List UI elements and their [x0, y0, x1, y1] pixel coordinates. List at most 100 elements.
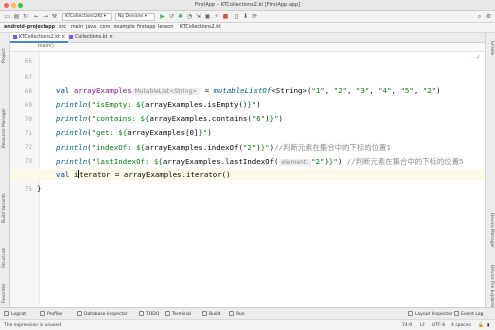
memory-icon[interactable]: ▮ [487, 323, 489, 328]
todo-icon [139, 311, 144, 316]
settings-icon[interactable]: ⚙ [485, 13, 492, 20]
bottom-tool-bar: Logcat Profiler Database Inspector TODO … [0, 307, 495, 319]
logcat-icon [4, 311, 9, 316]
run-config-select[interactable]: KTCollections2Kt ▾ [62, 13, 112, 21]
hammer-icon[interactable]: ⚒ [51, 13, 58, 20]
line-number: 70 [24, 116, 32, 123]
line-number: 66 [24, 58, 32, 65]
kotlin-file-icon [69, 34, 73, 39]
open-folder-icon[interactable]: ▭ [4, 13, 11, 20]
line-number: 72 [24, 144, 32, 151]
inspection-ok-icon[interactable]: ✓ [476, 54, 481, 61]
main-toolbar: ▭ ▤ ↻ ← → ⚒ KTCollections2Kt ▾ No Device… [0, 11, 495, 23]
sdk-manager-icon[interactable]: ⬇ [242, 13, 249, 20]
code-line-74[interactable]: val iterator = arrayExamples.iterator() [56, 170, 231, 179]
side-tab-project[interactable]: Project [2, 48, 7, 63]
kotlin-file-icon [13, 34, 17, 39]
side-tab-build-variants[interactable]: Build Variants [2, 193, 7, 223]
run-button[interactable]: Run [229, 311, 245, 317]
crumb-firstapp[interactable]: firstapp [137, 25, 155, 30]
coverage-icon[interactable]: ▣ [204, 13, 211, 20]
crumb-file[interactable]: KTCollections2.kt [180, 25, 221, 30]
profile-icon[interactable]: ◔ [186, 13, 193, 20]
gradle-sync-icon[interactable]: ⟳ [251, 13, 258, 20]
line-separator[interactable]: LF [420, 323, 425, 328]
forward-icon[interactable]: → [42, 13, 49, 20]
tab-ktcollections2[interactable]: KTCollections2.kt × [10, 33, 69, 43]
parameter-hint: element: [278, 159, 312, 166]
crumb-app[interactable]: app [45, 25, 55, 30]
event-log-icon [454, 311, 459, 316]
apply-changes-icon[interactable]: ⚡ [213, 13, 220, 20]
terminal-icon [165, 311, 170, 316]
crumb-src[interactable]: src [59, 25, 66, 30]
line-number: 67 [24, 74, 32, 81]
breadcrumb-main-function[interactable]: main() [38, 44, 54, 49]
crumb-com[interactable]: com [100, 25, 110, 30]
crumb-example[interactable]: example [114, 25, 135, 30]
crumb-java[interactable]: java [86, 25, 96, 30]
line-number: 71 [24, 130, 32, 137]
code-line-75[interactable]: } [37, 184, 41, 193]
left-tool-strip: Project Resource Manager Structure Build… [0, 33, 10, 307]
save-icon[interactable]: ▤ [13, 13, 20, 20]
code-line-71[interactable]: println("get: ${arrayExamples[0]}") [56, 128, 212, 137]
line-number: 73 [24, 158, 32, 165]
code-line-68[interactable]: val arrayExamples MutableList<String> = … [56, 86, 441, 95]
device-manager-icon[interactable]: ▯ [233, 13, 240, 20]
sync-icon[interactable]: ↻ [22, 13, 29, 20]
status-bar: The expression is unused 74:9 LF UTF-8 4… [0, 319, 495, 330]
debug-icon[interactable]: ✱ [177, 13, 184, 20]
build-button[interactable]: Build [202, 311, 220, 317]
database-inspector-button[interactable]: Database Inspector [77, 311, 128, 317]
tab-collections[interactable]: Collections.kt × [66, 33, 116, 43]
side-tab-resource-manager[interactable]: Resource Manager [2, 108, 7, 148]
crumb-main[interactable]: main [71, 25, 83, 30]
lock-icon[interactable]: 🔓 [478, 323, 484, 328]
crumb-lesson[interactable]: lesson [158, 25, 173, 30]
code-comment: //判断元素在集合中的下标的位置1 [274, 143, 391, 152]
crumb-project[interactable]: android-project [4, 25, 46, 30]
title-bar: FirstApp – KTCollections2.kt [FirstApp.a… [0, 0, 495, 11]
rerun-icon[interactable]: ↺ [168, 13, 175, 20]
right-tool-strip: Gradle Device Manager Device File Explor… [485, 33, 495, 308]
device-select[interactable]: No Devices ▾ [115, 13, 155, 21]
profiler-button[interactable]: Profiler [40, 311, 63, 317]
run-icon[interactable]: ▶ [159, 13, 166, 20]
code-comment: //判断元素在集合中的下标的位置5 [342, 157, 464, 166]
side-tab-device-file-explorer[interactable]: Device File Explorer [489, 265, 494, 308]
code-line-70[interactable]: println("contains: ${arrayExamples.conta… [56, 114, 283, 123]
layout-inspector-icon [408, 311, 413, 316]
code-breadcrumb: main() [10, 43, 485, 52]
navigation-bar: android-project app src main java com ex… [0, 23, 495, 33]
stop-icon[interactable]: ■ [222, 13, 229, 20]
layout-inspector-button[interactable]: Layout Inspector [408, 311, 453, 317]
window-title: FirstApp – KTCollections2.kt [FirstApp.a… [194, 2, 301, 8]
todo-button[interactable]: TODO [139, 311, 159, 317]
event-log-button[interactable]: Event Log [454, 311, 483, 317]
terminal-button[interactable]: Terminal [165, 311, 191, 317]
line-number: 75 [24, 186, 32, 193]
caret-position[interactable]: 74:9 [402, 323, 412, 328]
line-number: 68 [24, 88, 32, 95]
side-tab-structure[interactable]: Structure [2, 248, 7, 268]
code-line-72[interactable]: println("indexOf: ${arrayExamples.indexO… [56, 142, 391, 153]
side-tab-favorites[interactable]: Favorites [2, 284, 7, 303]
file-encoding[interactable]: UTF-8 [432, 323, 445, 328]
attach-icon[interactable]: ⇲ [195, 13, 202, 20]
back-icon[interactable]: ← [33, 13, 40, 20]
run-tool-icon [229, 311, 234, 316]
code-line-73[interactable]: println("lastIndexOf: ${arrayExamples.la… [56, 156, 464, 167]
code-line-69[interactable]: println("isEmpty: ${arrayExamples.isEmpt… [56, 100, 261, 109]
profiler-icon [40, 311, 45, 316]
build-icon [202, 311, 207, 316]
editor-tabs: KTCollections2.kt × Collections.kt × [10, 33, 485, 43]
database-icon [77, 311, 82, 316]
side-tab-device-manager[interactable]: Device Manager [489, 213, 494, 248]
logcat-button[interactable]: Logcat [4, 311, 26, 317]
side-tab-gradle[interactable]: Gradle [489, 41, 494, 55]
status-message: The expression is unused [4, 323, 62, 328]
indent-setting[interactable]: 4 spaces [451, 323, 471, 328]
search-icon[interactable]: ⌕ [476, 13, 483, 20]
line-number: 69 [24, 102, 32, 109]
